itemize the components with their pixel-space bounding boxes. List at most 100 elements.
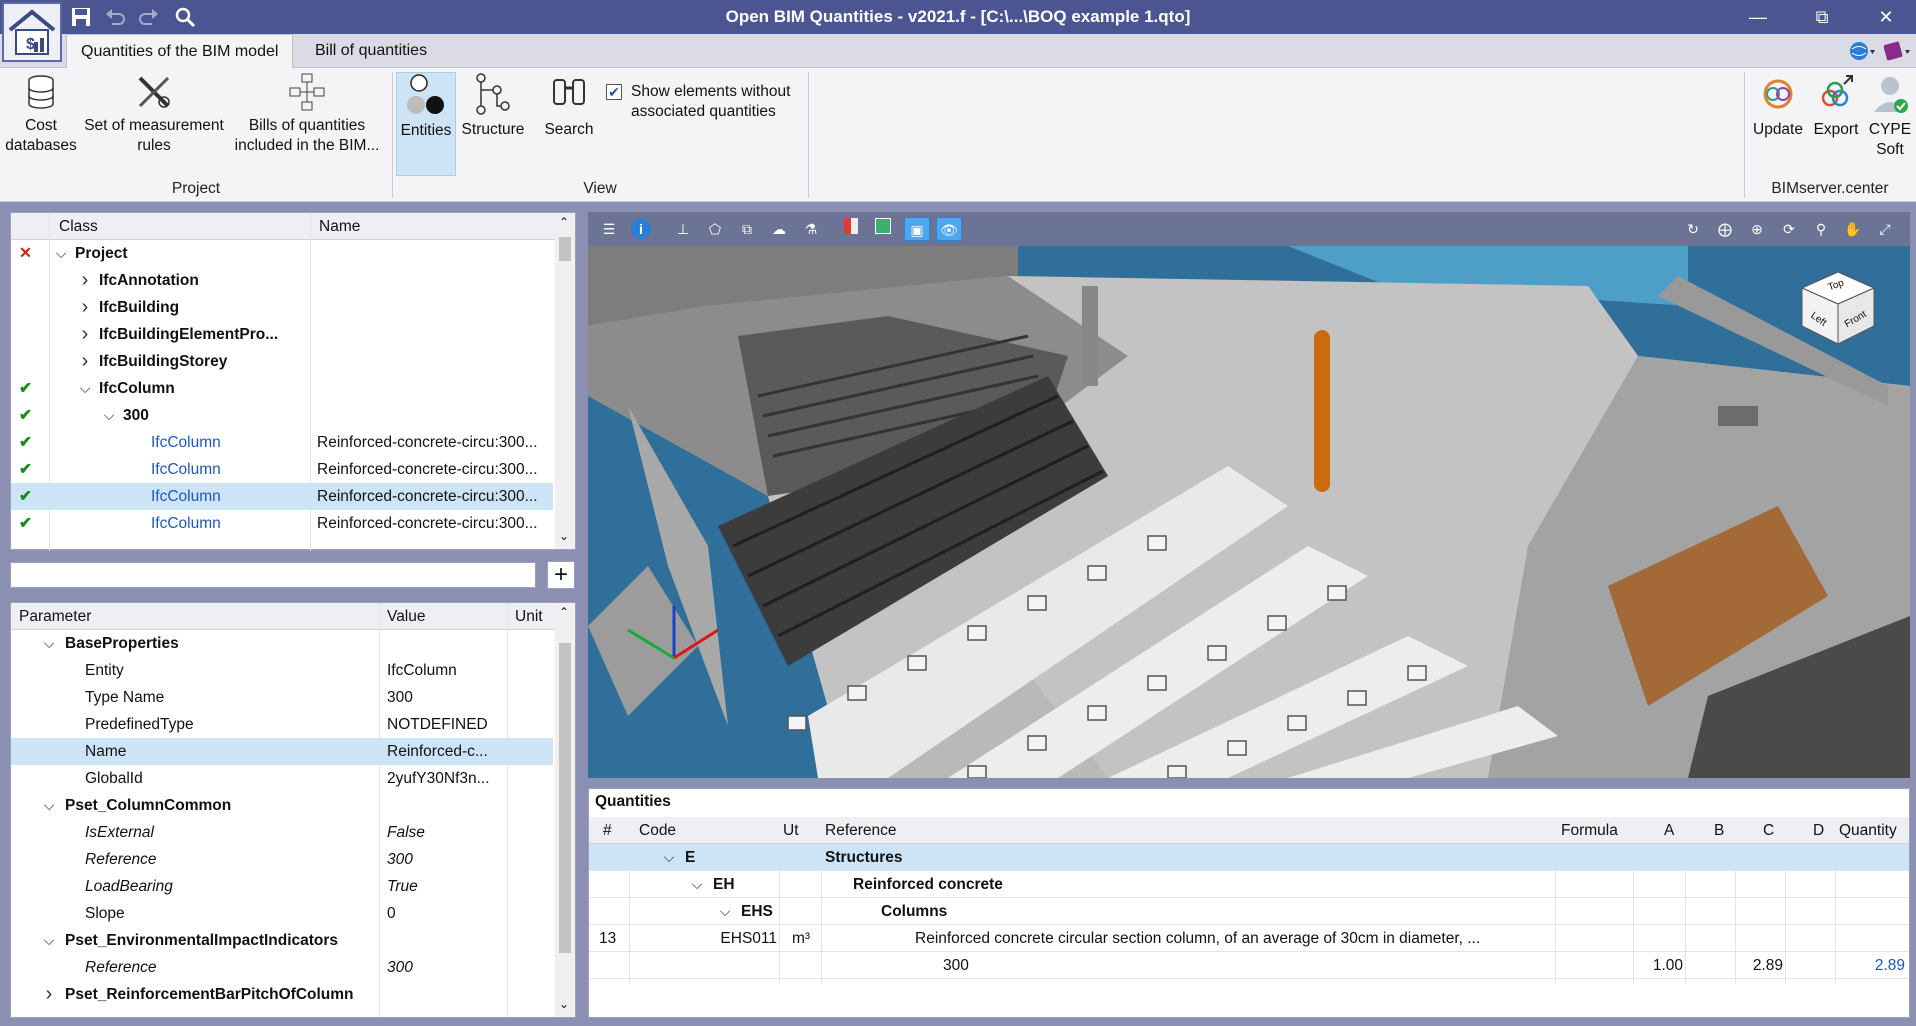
zoom-extents-icon[interactable]: ⨁	[1712, 217, 1738, 241]
property-row[interactable]: Type Name 300	[11, 684, 553, 711]
property-row[interactable]: Entity IfcColumn	[11, 657, 553, 684]
tree-row[interactable]: ✔ IfcColumn Reinforced-concrete-circu:300.…	[11, 456, 553, 483]
property-row[interactable]: GlobalId 2yufY30Nf3n...	[11, 765, 553, 792]
tab-quantities-bim-model[interactable]: Quantities of the BIM model	[66, 34, 294, 69]
tree-row[interactable]: › IfcBuildingElementPro...	[11, 321, 553, 348]
globe-icon[interactable]	[1848, 40, 1876, 62]
chevron-down-icon[interactable]: ⌵	[39, 630, 59, 657]
chevron-down-icon[interactable]: ⌵	[99, 402, 119, 429]
pan-hand-icon[interactable]: ✋	[1840, 217, 1866, 241]
chevron-right-icon[interactable]: ›	[75, 267, 95, 294]
chevron-right-icon[interactable]: ›	[75, 321, 95, 348]
header-quantity: Quantity	[1839, 822, 1897, 839]
scroll-up-icon[interactable]: ⌃	[559, 605, 569, 619]
fullscreen-icon[interactable]: ⤢	[1872, 217, 1898, 241]
excluded-x-icon: ✕	[19, 245, 32, 262]
tree-row[interactable]: ✔ IfcColumn Reinforced-concrete-circu:300.…	[11, 429, 553, 456]
3d-model-render[interactable]: Top Left Front	[588, 246, 1910, 778]
included-check-icon: ✔	[19, 380, 32, 397]
cype-soft-button[interactable]: CYPE Soft	[1864, 72, 1916, 160]
property-row[interactable]: ⌵ Pset_ColumnCommon	[11, 792, 553, 819]
measurement-rules-button[interactable]: Set of measurement rules	[84, 72, 224, 156]
property-row[interactable]: › Pset_ReinforcementBarPitchOfColumn	[11, 981, 553, 1008]
search-button[interactable]: Search	[536, 72, 602, 140]
scroll-down-icon[interactable]: ⌄	[559, 997, 569, 1011]
property-row[interactable]: LoadBearing True	[11, 873, 553, 900]
properties-header: Parameter Value Unit	[11, 603, 575, 630]
cost-databases-button[interactable]: Cost databases	[2, 72, 80, 156]
property-row[interactable]: Reference 300	[11, 954, 553, 981]
properties-scroll-thumb[interactable]	[559, 643, 571, 953]
section-box-icon[interactable]: ⧉	[734, 217, 760, 241]
quantities-row[interactable]: ⌵ EHS Columns	[589, 898, 1909, 925]
viewcube[interactable]: Top Left Front	[1798, 268, 1878, 348]
tree-row[interactable]: ✔ ⌵ 300	[11, 402, 553, 429]
chevron-down-icon[interactable]: ⌵	[75, 375, 95, 402]
property-row[interactable]: PredefinedType NOTDEFINED	[11, 711, 553, 738]
chevron-down-icon[interactable]: ⌵	[39, 792, 59, 819]
entities-button[interactable]: Entities	[396, 72, 456, 176]
tree-row[interactable]: ✔ ⌵ IfcColumn	[11, 375, 553, 402]
show-elements-checkbox[interactable]: ✔	[606, 84, 622, 100]
property-row[interactable]: Name Reinforced-c...	[11, 738, 553, 765]
property-row[interactable]: ⌵ Pset_EnvironmentalImpactIndicators	[11, 927, 553, 954]
scroll-down-icon[interactable]: ⌄	[559, 529, 569, 543]
quantities-row[interactable]: ⌵ E Structures	[589, 844, 1909, 871]
quantities-row[interactable]: ⌵ EH Reinforced concrete	[589, 871, 1909, 898]
app-logo[interactable]: $	[2, 2, 62, 62]
chevron-right-icon[interactable]: ›	[75, 348, 95, 375]
visibility-eye-icon[interactable]: 👁	[936, 217, 962, 241]
tree-row[interactable]: › IfcBuildingStorey	[11, 348, 553, 375]
quantities-row[interactable]: 300 1.00 2.89 2.89	[589, 952, 1909, 979]
tree-row[interactable]: ✕ ⌵ Project	[11, 240, 553, 267]
help-book-icon[interactable]	[1882, 40, 1912, 62]
tree-scrollbar[interactable]: ⌃ ⌄	[555, 213, 575, 549]
tab-bill-of-quantities[interactable]: Bill of quantities	[301, 34, 441, 68]
zoom-x2-icon[interactable]: ⊕	[1744, 217, 1770, 241]
export-button[interactable]: Export	[1808, 72, 1864, 140]
chevron-down-icon[interactable]: ⌵	[39, 927, 59, 954]
walk-icon[interactable]: ⚗	[798, 217, 824, 241]
quantities-row[interactable]: 13 EHS011 m³ Reinforced concrete circular s…	[589, 925, 1909, 952]
tree-row[interactable]: ✔ IfcColumn Reinforced-concrete-circu:300.…	[11, 510, 553, 537]
bills-included-button[interactable]: Bills of quantities included in the BIM.…	[228, 72, 386, 156]
clip-plane-icon[interactable]	[838, 217, 864, 241]
minimize-button[interactable]: —	[1742, 3, 1774, 31]
orbit-icon[interactable]: ↻	[1680, 217, 1706, 241]
properties-scrollbar[interactable]: ⌃ ⌄	[555, 603, 575, 1017]
info-icon[interactable]: i	[628, 217, 654, 241]
render-mode-icon[interactable]: ☁	[766, 217, 792, 241]
filter-input[interactable]	[10, 562, 536, 588]
tree-row[interactable]: › IfcAnnotation	[11, 267, 553, 294]
cube-view-icon[interactable]: ⬠	[702, 217, 728, 241]
close-button[interactable]: ✕	[1870, 3, 1902, 31]
tree-row[interactable]: › IfcBuilding	[11, 294, 553, 321]
chevron-right-icon[interactable]: ›	[39, 981, 59, 1008]
model-viewport[interactable]: ☰ i ⊥ ⬠ ⧉ ☁ ⚗ ▣ 👁 ↻ ⨁ ⊕ ⟳ ⚲ ✋ ⤢ Top Left…	[588, 212, 1910, 778]
chevron-down-icon[interactable]: ⌵	[687, 871, 707, 898]
restore-button[interactable]: ⧉	[1806, 3, 1838, 31]
chevron-right-icon[interactable]: ›	[75, 294, 95, 321]
property-row[interactable]: Reference 300	[11, 846, 553, 873]
zoom-icon[interactable]: ⚲	[1808, 217, 1834, 241]
property-row[interactable]: IsExternal False	[11, 819, 553, 846]
rotate-view-icon[interactable]: ⟳	[1776, 217, 1802, 241]
tree-scroll-thumb[interactable]	[559, 237, 571, 261]
add-button[interactable]: +	[547, 561, 575, 589]
update-button[interactable]: Update	[1750, 72, 1806, 140]
tree-row[interactable]: ✔ IfcColumn Reinforced-concrete-circu:300.…	[11, 483, 553, 510]
section-view-icon[interactable]: ▣	[904, 217, 930, 241]
structure-button[interactable]: Structure	[458, 72, 528, 140]
property-name: BaseProperties	[65, 635, 179, 652]
property-row[interactable]: Slope 0	[11, 900, 553, 927]
chevron-down-icon[interactable]: ⌵	[715, 898, 735, 925]
chevron-down-icon[interactable]: ⌵	[659, 844, 679, 871]
header-num: #	[603, 822, 612, 839]
status-cell	[19, 348, 39, 375]
axes-icon[interactable]: ⊥	[670, 217, 696, 241]
property-row[interactable]: ⌵ BaseProperties	[11, 630, 553, 657]
scroll-up-icon[interactable]: ⌃	[559, 215, 569, 229]
chevron-down-icon[interactable]: ⌵	[51, 240, 71, 267]
layers-icon[interactable]: ☰	[596, 217, 622, 241]
transparency-icon[interactable]	[870, 217, 896, 241]
